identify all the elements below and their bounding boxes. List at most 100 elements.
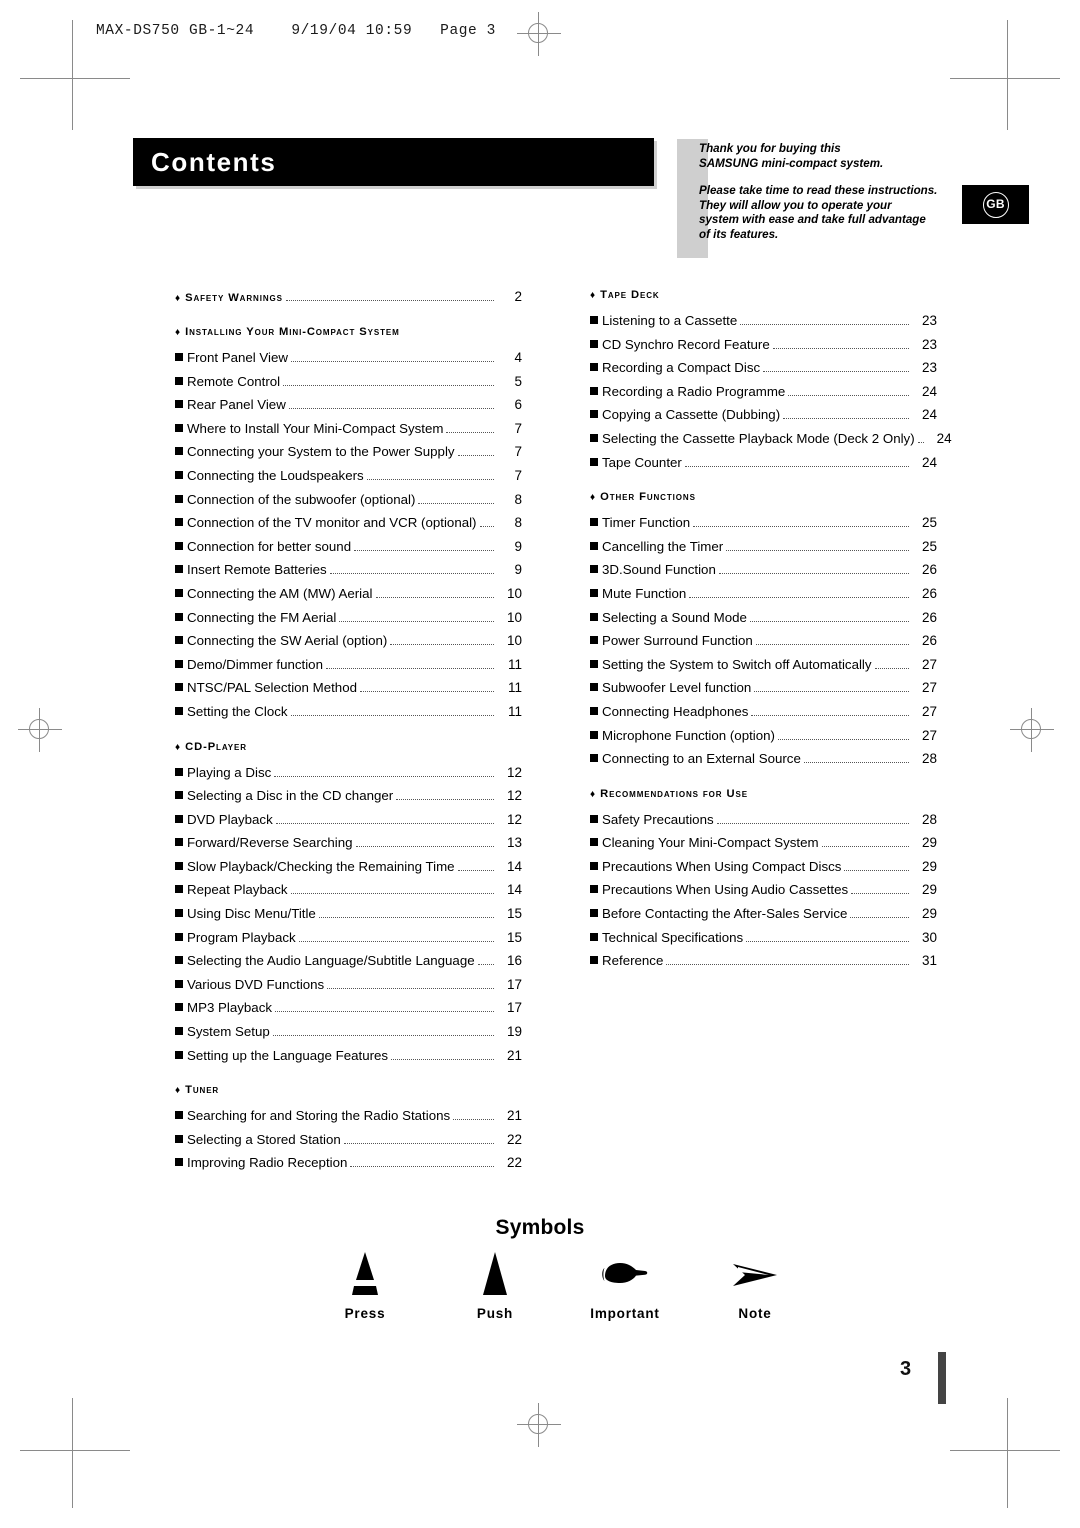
toc-entry[interactable]: Selecting the Cassette Playback Mode (De… bbox=[590, 430, 952, 455]
dot-leader bbox=[726, 549, 909, 551]
toc-entry-label: Connecting Headphones bbox=[602, 703, 749, 719]
toc-page-number: 29 bbox=[921, 882, 937, 898]
toc-entry[interactable]: Various DVD Functions 17 bbox=[175, 977, 522, 1001]
toc-entry[interactable]: Selecting the Audio Language/Subtitle La… bbox=[175, 953, 522, 977]
toc-entry[interactable]: Setting the Clock 11 bbox=[175, 704, 522, 728]
square-bullet-icon bbox=[175, 470, 183, 479]
toc-entry[interactable]: Connection of the TV monitor and VCR (op… bbox=[175, 515, 522, 539]
toc-entry[interactable]: Setting up the Language Features 21 bbox=[175, 1048, 522, 1072]
square-bullet-icon bbox=[175, 400, 183, 409]
toc-section-header: ♦ Tuner bbox=[175, 1084, 522, 1106]
toc-entry[interactable]: Forward/Reverse Searching 13 bbox=[175, 835, 522, 859]
toc-entry-label: Demo/Dimmer function bbox=[187, 656, 323, 672]
crop-mark-top-left-vertical bbox=[72, 20, 73, 130]
toc-entry-label: Selecting the Cassette Playback Mode (De… bbox=[602, 430, 915, 446]
toc-entry[interactable]: Improving Radio Reception 22 bbox=[175, 1155, 522, 1179]
toc-entry[interactable]: Connection of the subwoofer (optional) 8 bbox=[175, 492, 522, 516]
toc-entry[interactable]: Connecting your System to the Power Supp… bbox=[175, 444, 522, 468]
square-bullet-icon bbox=[175, 588, 183, 597]
toc-entry[interactable]: Program Playback 15 bbox=[175, 930, 522, 954]
toc-entry[interactable]: Listening to a Cassette 23 bbox=[590, 313, 937, 337]
toc-entry[interactable]: Insert Remote Batteries 9 bbox=[175, 562, 522, 586]
dot-leader bbox=[716, 822, 909, 824]
toc-entry[interactable]: Front Panel View 4 bbox=[175, 350, 522, 374]
square-bullet-icon bbox=[590, 838, 598, 847]
solid-triangle-icon bbox=[430, 1246, 560, 1300]
contents-banner: Contents bbox=[133, 138, 657, 189]
toc-entry[interactable]: Copying a Cassette (Dubbing) 24 bbox=[590, 407, 937, 431]
toc-entry[interactable]: Repeat Playback 14 bbox=[175, 882, 522, 906]
square-bullet-icon bbox=[175, 861, 183, 870]
toc-section-header: ♦ Other Functions bbox=[590, 491, 937, 513]
toc-entry[interactable]: Playing a Disc 12 bbox=[175, 765, 522, 789]
crop-mark-bottom-left-vertical bbox=[72, 1398, 73, 1508]
toc-entry[interactable]: Power Surround Function 26 bbox=[590, 633, 937, 657]
toc-entry-label: Setting the System to Switch off Automat… bbox=[602, 656, 872, 672]
toc-entry[interactable]: Reference 31 bbox=[590, 953, 937, 977]
toc-page-number: 8 bbox=[514, 515, 522, 531]
square-bullet-icon bbox=[590, 932, 598, 941]
toc-entry[interactable]: Setting the System to Switch off Automat… bbox=[590, 657, 937, 681]
toc-entry[interactable]: Microphone Function (option) 27 bbox=[590, 728, 937, 752]
square-bullet-icon bbox=[590, 363, 598, 372]
toc-entry[interactable]: Tape Counter 24 bbox=[590, 455, 937, 479]
toc-entry[interactable]: NTSC/PAL Selection Method 11 bbox=[175, 680, 522, 704]
toc-page-number: 28 bbox=[921, 751, 937, 767]
toc-entry[interactable]: Demo/Dimmer function 11 bbox=[175, 657, 522, 681]
toc-section-label: Recommendations for Use bbox=[600, 787, 748, 800]
toc-entry[interactable]: Where to Install Your Mini-Compact Syste… bbox=[175, 421, 522, 445]
toc-entry[interactable]: Precautions When Using Compact Discs 29 bbox=[590, 859, 937, 883]
toc-page-number: 26 bbox=[921, 633, 937, 649]
toc-entry[interactable]: Subwoofer Level function 27 bbox=[590, 680, 937, 704]
toc-entry[interactable]: Searching for and Storing the Radio Stat… bbox=[175, 1108, 522, 1132]
toc-entry[interactable]: Recording a Radio Programme 24 bbox=[590, 384, 937, 408]
square-bullet-icon bbox=[175, 1111, 183, 1120]
toc-entry-label: Cleaning Your Mini-Compact System bbox=[602, 835, 819, 851]
toc-entry[interactable]: MP3 Playback 17 bbox=[175, 1000, 522, 1024]
toc-entry[interactable]: Selecting a Sound Mode 26 bbox=[590, 610, 937, 634]
toc-entry[interactable]: DVD Playback 12 bbox=[175, 812, 522, 836]
toc-entry[interactable]: Remote Control 5 bbox=[175, 374, 522, 398]
diamond-bullet-icon: ♦ bbox=[590, 492, 596, 504]
toc-entry[interactable]: Rear Panel View 6 bbox=[175, 397, 522, 421]
symbol-note: Note bbox=[690, 1246, 820, 1321]
toc-entry[interactable]: Selecting a Disc in the CD changer 12 bbox=[175, 788, 522, 812]
dot-leader bbox=[285, 299, 494, 301]
toc-entry[interactable]: 3D.Sound Function 26 bbox=[590, 562, 937, 586]
toc-entry-label: Repeat Playback bbox=[187, 882, 288, 898]
toc-entry[interactable]: Technical Specifications 30 bbox=[590, 930, 937, 954]
toc-entry[interactable]: CD Synchro Record Feature 23 bbox=[590, 337, 937, 361]
toc-page-number: 11 bbox=[507, 703, 522, 719]
toc-entry[interactable]: System Setup 19 bbox=[175, 1024, 522, 1048]
toc-entry[interactable]: Timer Function 25 bbox=[590, 515, 937, 539]
toc-entry[interactable]: Mute Function 26 bbox=[590, 586, 937, 610]
toc-entry[interactable]: Selecting a Stored Station 22 bbox=[175, 1132, 522, 1156]
toc-entry[interactable]: Safety Precautions 28 bbox=[590, 812, 937, 836]
toc-page-number: 22 bbox=[506, 1131, 522, 1147]
toc-entry[interactable]: Connecting the SW Aerial (option) 10 bbox=[175, 633, 522, 657]
toc-entry[interactable]: Connection for better sound 9 bbox=[175, 539, 522, 563]
toc-entry[interactable]: Cancelling the Timer 25 bbox=[590, 539, 937, 563]
toc-entry[interactable]: Connecting the FM Aerial 10 bbox=[175, 610, 522, 634]
toc-entry[interactable]: Connecting the Loudspeakers 7 bbox=[175, 468, 522, 492]
toc-entry[interactable]: Using Disc Menu/Title 15 bbox=[175, 906, 522, 930]
toc-entry[interactable]: Recording a Compact Disc 23 bbox=[590, 360, 937, 384]
toc-entry[interactable]: Connecting Headphones 27 bbox=[590, 704, 937, 728]
square-bullet-icon bbox=[175, 353, 183, 361]
toc-page-number: 9 bbox=[514, 538, 522, 554]
square-bullet-icon bbox=[590, 565, 598, 574]
toc-entry[interactable]: Connecting to an External Source 28 bbox=[590, 751, 937, 775]
dot-leader bbox=[803, 761, 909, 764]
toc-entry[interactable]: Connecting the AM (MW) Aerial 10 bbox=[175, 586, 522, 610]
toc-entry[interactable]: Slow Playback/Checking the Remaining Tim… bbox=[175, 859, 522, 883]
dot-leader bbox=[917, 441, 924, 443]
manual-page: MAX-DS750 GB-1~24 9/19/04 10:59 Page 3 C… bbox=[0, 0, 1080, 1528]
toc-entry[interactable]: Precautions When Using Audio Cassettes 29 bbox=[590, 882, 937, 906]
toc-entry[interactable]: Before Contacting the After-Sales Servic… bbox=[590, 906, 937, 930]
dot-leader bbox=[350, 1165, 494, 1168]
intro-line-2: SAMSUNG mini-compact system. bbox=[699, 156, 884, 170]
toc-entry[interactable]: Cleaning Your Mini-Compact System 29 bbox=[590, 835, 937, 859]
dot-leader bbox=[359, 690, 494, 693]
arrow-dart-icon bbox=[690, 1246, 820, 1300]
